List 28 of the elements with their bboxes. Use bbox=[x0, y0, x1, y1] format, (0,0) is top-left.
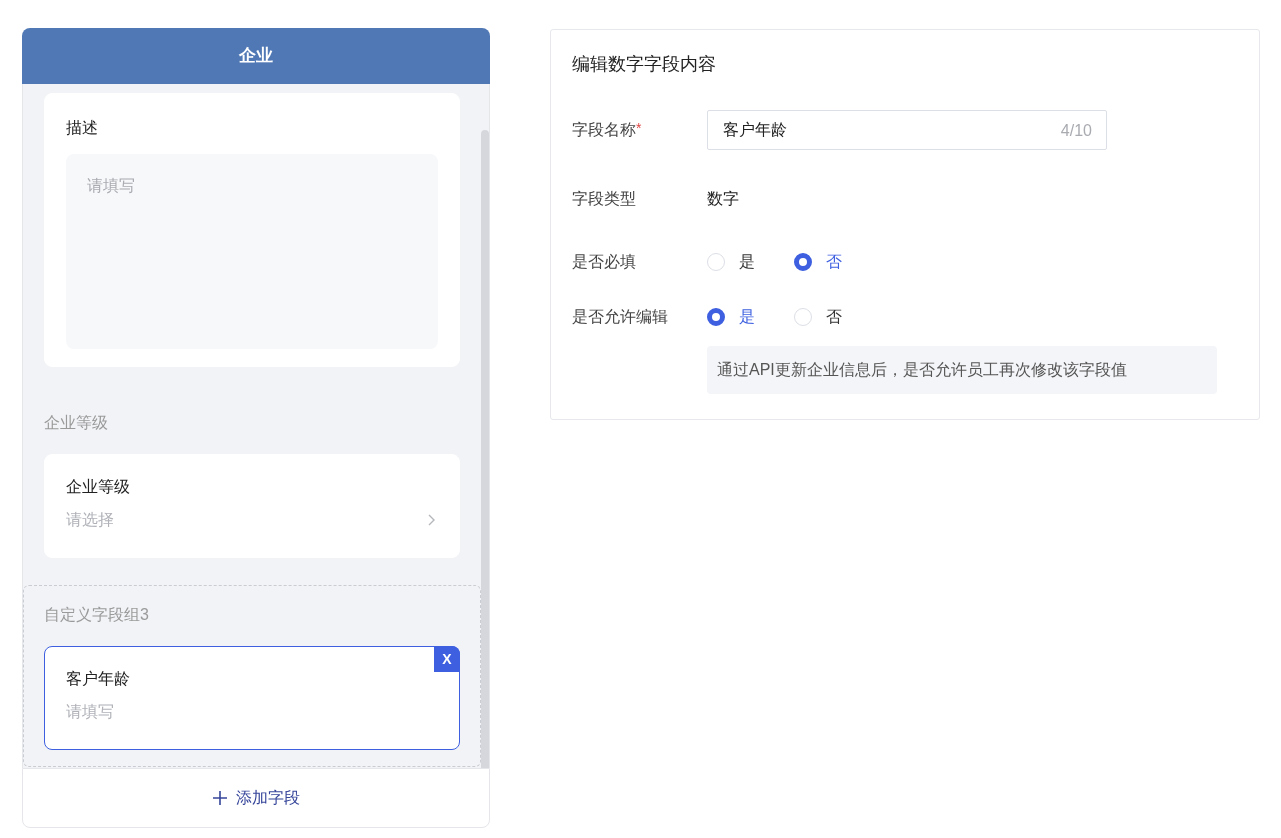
field-type-value: 数字 bbox=[707, 189, 739, 209]
textarea-field[interactable]: 请填写 bbox=[66, 154, 438, 349]
field-label: 客户年龄 bbox=[66, 669, 131, 689]
group-title: 企业等级 bbox=[44, 413, 109, 433]
field-card[interactable]: 客户年龄 请填写 X bbox=[44, 646, 460, 750]
form-label: 字段名称* bbox=[572, 119, 643, 140]
radio-option[interactable]: 是 bbox=[707, 250, 794, 274]
plus-icon bbox=[212, 791, 227, 805]
text-field[interactable]: 请填写 bbox=[66, 702, 438, 722]
field-card[interactable]: 企业等级 请选择 bbox=[44, 454, 460, 558]
char-counter: 4/10 bbox=[1060, 121, 1092, 141]
delete-button[interactable]: X bbox=[434, 646, 460, 672]
radio-option[interactable]: 否 bbox=[794, 250, 881, 274]
add-field-button[interactable]: 添加字段 bbox=[212, 786, 300, 810]
field-label: 描述 bbox=[66, 118, 99, 138]
radio-option[interactable]: 是 bbox=[707, 305, 794, 329]
form-label: 是否允许编辑 bbox=[572, 307, 669, 327]
radio-option[interactable]: 否 bbox=[794, 305, 881, 329]
field-card[interactable]: 描述 请填写 bbox=[44, 93, 460, 367]
panel-header: 企业 bbox=[22, 28, 490, 84]
form-label: 字段类型 bbox=[572, 189, 637, 209]
hint-text: 通过API更新企业信息后，是否允许员工再次修改该字段值 bbox=[707, 346, 1217, 394]
chevron-right-icon bbox=[428, 514, 436, 526]
panel-title: 编辑数字字段内容 bbox=[572, 53, 717, 76]
form-label: 是否必填 bbox=[572, 252, 637, 272]
group-title: 自定义字段组3 bbox=[44, 605, 150, 625]
scrollbar[interactable] bbox=[481, 130, 489, 768]
field-label: 企业等级 bbox=[66, 477, 131, 497]
